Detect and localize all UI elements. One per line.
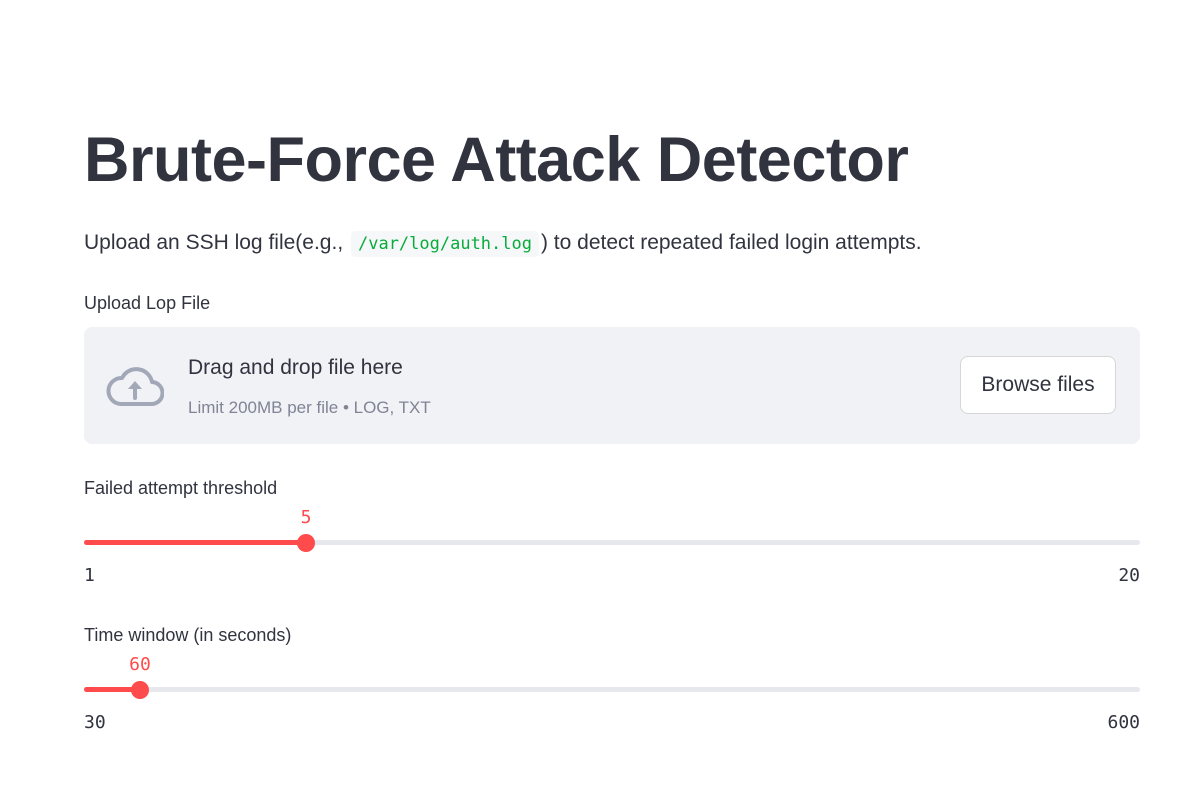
time-window-slider-thumb[interactable] bbox=[131, 681, 149, 699]
uploader-label: Upload Lop File bbox=[84, 293, 211, 313]
page-title: Brute-Force Attack Detector bbox=[84, 125, 909, 195]
page-description: Upload an SSH log file(e.g., /var/log/au… bbox=[84, 228, 922, 259]
dropzone-limit-text: Limit 200MB per file • LOG, TXT bbox=[188, 398, 431, 417]
description-text-after: ) to detect repeated failed login attemp… bbox=[540, 231, 922, 254]
cloud-upload-icon bbox=[106, 367, 164, 406]
description-code: /var/log/auth.log bbox=[350, 231, 539, 257]
threshold-slider-value: 5 bbox=[300, 507, 312, 528]
description-text-before: Upload an SSH log file(e.g., bbox=[84, 231, 349, 254]
time-window-slider-min: 30 bbox=[84, 712, 106, 733]
threshold-slider[interactable]: 5 1 20 bbox=[84, 500, 1140, 600]
threshold-slider-min: 1 bbox=[84, 565, 95, 586]
threshold-slider-fill bbox=[84, 540, 306, 545]
time-window-slider-max: 600 bbox=[1107, 712, 1140, 733]
threshold-slider-track[interactable] bbox=[84, 540, 1140, 545]
time-window-slider-label: Time window (in seconds) bbox=[84, 625, 292, 645]
time-window-slider-value: 60 bbox=[129, 654, 151, 675]
dropzone-instructions: Drag and drop file here bbox=[188, 356, 403, 379]
threshold-slider-max: 20 bbox=[1118, 565, 1140, 586]
time-window-slider-track[interactable] bbox=[84, 687, 1140, 692]
threshold-slider-thumb[interactable] bbox=[297, 534, 315, 552]
browse-files-button[interactable]: Browse files bbox=[960, 356, 1116, 414]
threshold-slider-label: Failed attempt threshold bbox=[84, 478, 278, 498]
file-dropzone[interactable]: Drag and drop file here Limit 200MB per … bbox=[84, 327, 1140, 444]
time-window-slider[interactable]: 60 30 600 bbox=[84, 647, 1140, 747]
